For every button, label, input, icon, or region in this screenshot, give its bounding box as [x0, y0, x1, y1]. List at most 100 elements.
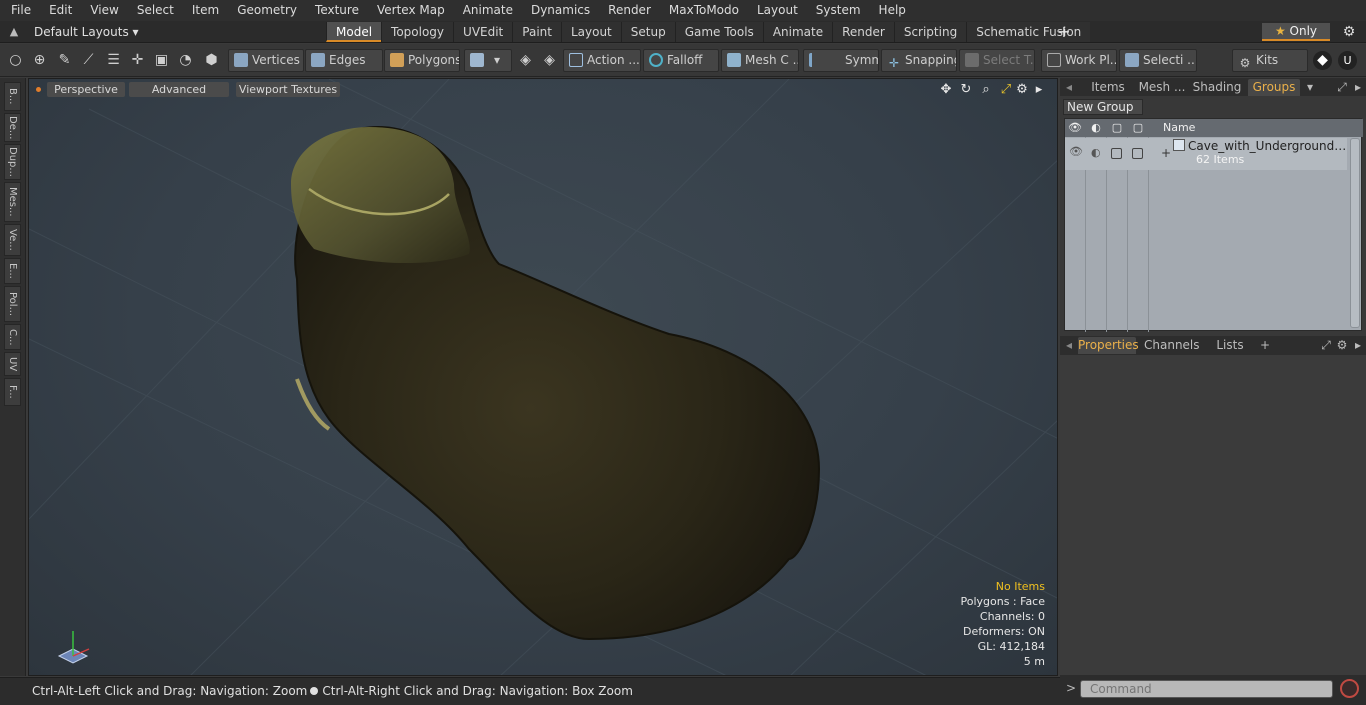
edges-button[interactable]: Edges: [305, 49, 383, 72]
circle-select-icon[interactable]: ○: [6, 51, 25, 70]
expand-plus-icon[interactable]: +: [1161, 146, 1171, 160]
select-toggle[interactable]: [1132, 148, 1143, 159]
select-icon[interactable]: ▢: [1128, 120, 1148, 136]
left-tab-edge[interactable]: E...: [4, 258, 21, 284]
tab-layout[interactable]: Layout: [560, 22, 621, 42]
kits-button[interactable]: ⚙ Kits: [1232, 49, 1308, 72]
tab-items[interactable]: Items: [1082, 79, 1134, 96]
viewport-menu-dot[interactable]: [36, 87, 41, 92]
advanced-button[interactable]: Advanced: [129, 82, 229, 97]
snap-mesh-icon[interactable]: ◈: [516, 51, 535, 70]
snap-settings-icon[interactable]: ◈: [540, 51, 559, 70]
globe-icon[interactable]: ⊕: [30, 51, 49, 70]
menu-item[interactable]: Item: [181, 0, 226, 21]
menu-system[interactable]: System: [805, 0, 868, 21]
collapse-arrow-icon[interactable]: ▲: [6, 24, 22, 40]
timer-icon[interactable]: ◔: [176, 51, 195, 70]
perspective-button[interactable]: Perspective: [47, 82, 125, 97]
render-toggle-icon[interactable]: ◐: [1091, 146, 1101, 159]
menu-dynamics[interactable]: Dynamics: [520, 0, 597, 21]
name-column-header[interactable]: Name: [1163, 120, 1195, 136]
tab-model[interactable]: Model: [326, 22, 382, 42]
left-tab-deform[interactable]: De...: [4, 113, 21, 142]
action-center-button[interactable]: Action ...: [563, 49, 641, 72]
panel-menu-icon[interactable]: ◂: [1064, 79, 1074, 96]
tab-game-tools[interactable]: Game Tools: [674, 22, 763, 42]
new-group-button[interactable]: New Group: [1063, 99, 1143, 115]
eye-icon[interactable]: 👁: [1069, 145, 1083, 158]
3d-viewport[interactable]: Perspective Advanced Viewport Textures ✥…: [28, 78, 1058, 676]
material-mode-button[interactable]: ▾: [464, 49, 512, 72]
left-tab-duplicate[interactable]: Dup...: [4, 144, 21, 180]
command-history-icon[interactable]: >: [1066, 681, 1076, 695]
panel-menu-icon[interactable]: ◂: [1064, 337, 1074, 354]
snapping-button[interactable]: ✛ Snapping: [881, 49, 957, 72]
menu-texture[interactable]: Texture: [304, 0, 366, 21]
center-icon[interactable]: ✛: [128, 51, 147, 70]
collapse-icon[interactable]: ▸: [1352, 337, 1364, 354]
left-tab-polygon[interactable]: Pol...: [4, 286, 21, 322]
menu-view[interactable]: View: [79, 0, 125, 21]
tab-topology[interactable]: Topology: [381, 22, 454, 42]
menu-vertex-map[interactable]: Vertex Map: [366, 0, 452, 21]
settings-icon[interactable]: ⚙: [1014, 82, 1030, 98]
menu-help[interactable]: Help: [868, 0, 913, 21]
chevron-down-icon[interactable]: ▾: [1304, 79, 1316, 96]
left-tab-basic[interactable]: B...: [4, 82, 21, 111]
menu-select[interactable]: Select: [126, 0, 181, 21]
lock-icon[interactable]: ▢: [1107, 120, 1127, 136]
unreal-icon[interactable]: U: [1338, 51, 1357, 70]
rotate-icon[interactable]: ↻: [958, 82, 974, 98]
gear-icon[interactable]: ⚙: [1340, 23, 1358, 41]
maximize-icon[interactable]: ⤢: [1336, 79, 1348, 96]
tab-shading[interactable]: Shading: [1190, 79, 1244, 96]
symmetry-button[interactable]: Symm ...: [803, 49, 879, 72]
gear-icon[interactable]: ⚙: [1336, 337, 1348, 354]
left-tab-fusion[interactable]: F...: [4, 378, 21, 406]
menu-render[interactable]: Render: [597, 0, 658, 21]
pen-icon[interactable]: ✎: [55, 51, 74, 70]
tab-groups[interactable]: Groups: [1248, 79, 1300, 96]
groups-scrollbar[interactable]: [1350, 138, 1360, 328]
collapse-icon[interactable]: ▸: [1352, 79, 1364, 96]
render-icon[interactable]: ◐: [1086, 120, 1106, 136]
left-tab-curve[interactable]: C...: [4, 324, 21, 350]
layout-dropdown[interactable]: Default Layouts ▾: [34, 23, 139, 41]
maximize-icon[interactable]: ⤢: [1320, 337, 1332, 354]
left-tab-mesh-edit[interactable]: Mes...: [4, 182, 21, 222]
tab-channels[interactable]: Channels: [1144, 337, 1200, 354]
tab-animate[interactable]: Animate: [762, 22, 833, 42]
record-icon[interactable]: [1340, 679, 1359, 698]
mesh-constraint-button[interactable]: Mesh C ...: [721, 49, 799, 72]
left-tab-vertex[interactable]: Ve...: [4, 224, 21, 256]
tab-properties[interactable]: Properties: [1078, 337, 1139, 354]
command-input[interactable]: [1080, 680, 1333, 698]
viewport-textures-button[interactable]: Viewport Textures: [236, 82, 340, 97]
tab-setup[interactable]: Setup: [620, 22, 675, 42]
tab-scripting[interactable]: Scripting: [893, 22, 967, 42]
zoom-icon[interactable]: ⌕: [978, 82, 994, 98]
add-tab-button[interactable]: +: [1056, 23, 1072, 41]
menu-maxtomodo[interactable]: MaxToModo: [658, 0, 746, 21]
unity-icon[interactable]: ◆: [1313, 51, 1332, 70]
left-tab-uv[interactable]: UV: [4, 352, 21, 376]
menu-layout[interactable]: Layout: [746, 0, 805, 21]
tab-paint[interactable]: Paint: [512, 22, 561, 42]
tab-lists[interactable]: Lists: [1208, 337, 1252, 354]
only-toggle-button[interactable]: ★ Only: [1262, 23, 1330, 41]
fit-icon[interactable]: ⤢: [998, 82, 1014, 98]
polygons-button[interactable]: Polygons: [384, 49, 460, 72]
tab-uvedit[interactable]: UVEdit: [453, 22, 513, 42]
group-row[interactable]: 👁 ◐ + Cave_with_Underground_Lak... 62 It…: [1065, 138, 1348, 170]
work-plane-button[interactable]: Work Pl...: [1041, 49, 1117, 72]
frame-icon[interactable]: ▣: [152, 51, 171, 70]
item-mode-icon[interactable]: ⬢: [202, 51, 221, 70]
tab-mesh[interactable]: Mesh ...: [1136, 79, 1188, 96]
expand-arrow-icon[interactable]: ▸: [1031, 82, 1047, 98]
brush-icon[interactable]: ⟋: [79, 51, 98, 70]
visibility-eye-icon[interactable]: 👁: [1065, 120, 1085, 136]
select-through-button[interactable]: Select T...: [959, 49, 1035, 72]
selection-sets-button[interactable]: Selecti ...: [1119, 49, 1197, 72]
lock-toggle[interactable]: [1111, 148, 1122, 159]
align-icon[interactable]: ☰: [104, 51, 123, 70]
